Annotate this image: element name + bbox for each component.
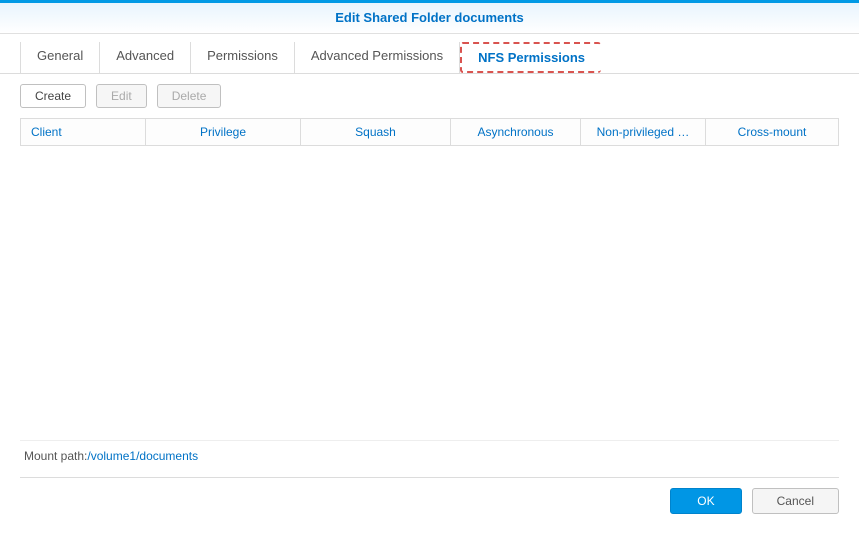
toolbar: Create Edit Delete — [0, 74, 859, 118]
tab-general[interactable]: General — [20, 42, 100, 73]
window-title: Edit Shared Folder documents — [335, 10, 524, 25]
table-body-empty — [20, 146, 839, 441]
delete-button[interactable]: Delete — [157, 84, 222, 108]
tab-nfs-permissions[interactable]: NFS Permissions — [460, 42, 601, 73]
column-header-squash[interactable]: Squash — [301, 119, 451, 145]
tab-advanced-permissions[interactable]: Advanced Permissions — [295, 42, 460, 73]
tab-advanced[interactable]: Advanced — [100, 42, 191, 73]
footer-divider — [20, 477, 839, 478]
table-header-row: Client Privilege Squash Asynchronous Non… — [20, 118, 839, 146]
edit-button[interactable]: Edit — [96, 84, 147, 108]
mount-path-row: Mount path:/volume1/documents — [0, 441, 859, 471]
cancel-button[interactable]: Cancel — [752, 488, 839, 514]
column-header-client[interactable]: Client — [21, 119, 146, 145]
tab-permissions[interactable]: Permissions — [191, 42, 295, 73]
column-header-privilege[interactable]: Privilege — [146, 119, 301, 145]
column-header-asynchronous[interactable]: Asynchronous — [451, 119, 581, 145]
column-header-cross-mount[interactable]: Cross-mount — [706, 119, 838, 145]
footer-button-row: OK Cancel — [0, 484, 859, 518]
ok-button[interactable]: OK — [670, 488, 741, 514]
mount-path-label: Mount path: — [24, 449, 87, 463]
column-header-non-privileged[interactable]: Non-privileged … — [581, 119, 706, 145]
create-button[interactable]: Create — [20, 84, 86, 108]
permissions-table: Client Privilege Squash Asynchronous Non… — [20, 118, 839, 441]
tab-bar: General Advanced Permissions Advanced Pe… — [0, 34, 859, 74]
mount-path-value: /volume1/documents — [87, 449, 198, 463]
title-bar: Edit Shared Folder documents — [0, 3, 859, 34]
